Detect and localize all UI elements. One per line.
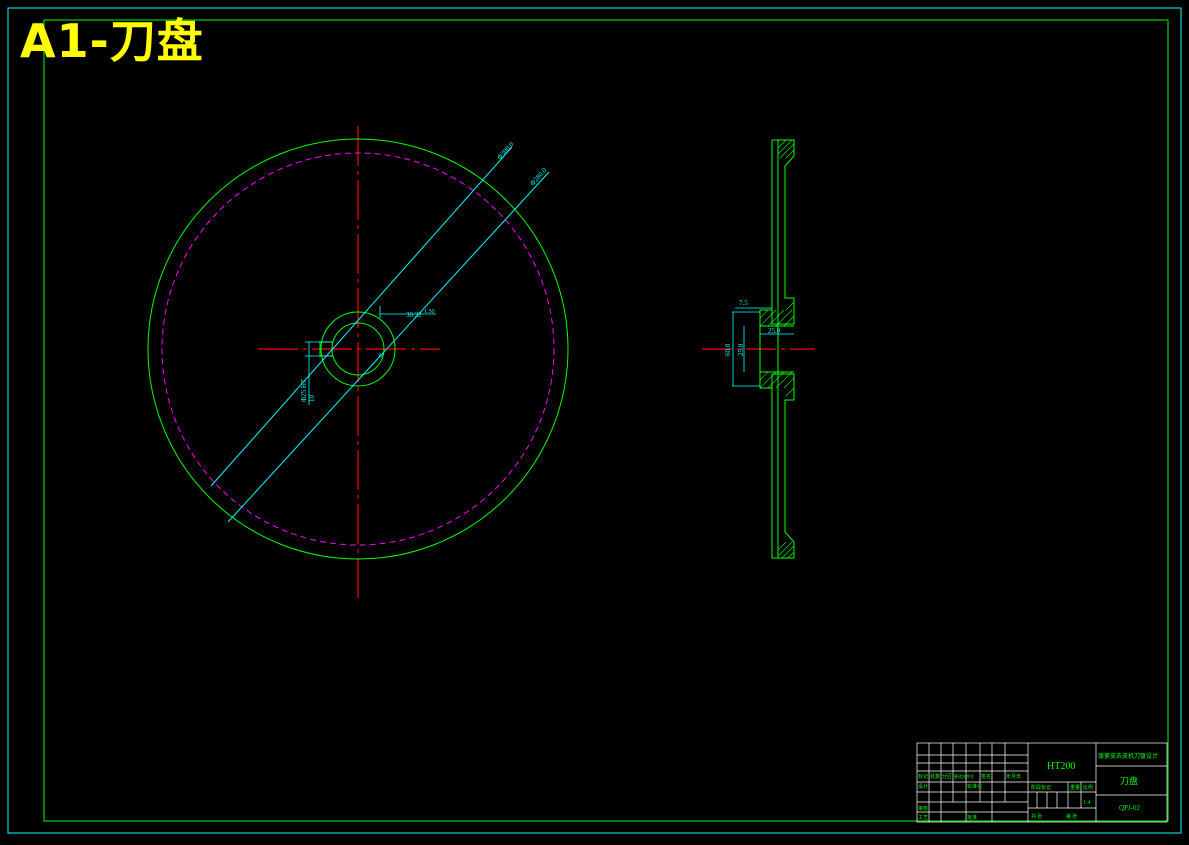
tb-label-mark: 标记 (918, 773, 928, 780)
outer-diameter-leader (210, 146, 513, 487)
section-view: 7.5 25.0 60.0 25.0 (702, 139, 815, 559)
bore-length-label: 25.0 (768, 327, 781, 335)
drawing-number-label: QPJ-02 (1119, 804, 1141, 812)
hatch-rim-bottom (777, 541, 795, 559)
small-dim-1-label: 1.50 (424, 309, 435, 315)
tb-label-date: 年月日 (1006, 773, 1021, 780)
project-name-label: 菠萝皮去皮机刀盘设计 (1098, 752, 1158, 760)
hatch-rim-top (777, 139, 795, 159)
tb-label-count: 处数 (930, 773, 940, 780)
drawing-svg: Φ300.0 Φ280.0 30.32 1.50 8 Φ25 H7 10 7.5… (7, 7, 1182, 834)
tb-label-weight: 重量 (1070, 784, 1080, 791)
tb-label-change-doc: 更改文件号 (954, 773, 974, 779)
tb-label-sheet-no: 第 张 (1066, 813, 1077, 820)
tb-label-signature: 签名 (981, 773, 991, 780)
title-block-text: HT200 菠萝皮去皮机刀盘设计 刀盘 QPJ-02 1:4 标记 处数 分区 … (918, 752, 1158, 821)
outer-frame (7, 7, 1182, 834)
tb-label-stage-mark: 阶段标记 (1031, 784, 1051, 791)
hub-width-label: 7.5 (739, 299, 748, 307)
scale-label: 1:4 (1083, 800, 1091, 806)
tb-label-standardization: 标准化 (967, 783, 982, 790)
bore-tolerance-label: Φ25 H7 (300, 379, 308, 402)
hub-diameter-label: 60.0 (724, 343, 732, 356)
tb-label-ratio: 比例 (1083, 784, 1093, 791)
pitch-diameter-leader (227, 171, 550, 523)
tb-label-approve: 批准 (967, 814, 977, 821)
outer-diameter-label: Φ300.0 (496, 140, 516, 161)
front-view: Φ300.0 Φ280.0 30.32 1.50 8 Φ25 H7 10 (147, 126, 569, 598)
tb-label-design: 设计 (918, 783, 928, 790)
tb-label-review: 审核 (918, 805, 928, 812)
hatch-hub-top (759, 301, 795, 327)
material-label: HT200 (1047, 761, 1075, 772)
part-name-label: 刀盘 (1120, 775, 1138, 786)
keyway-width-label: 30.32 (406, 311, 422, 319)
blade-outline-top (771, 139, 795, 325)
pitch-diameter-label: Φ280.0 (529, 166, 549, 187)
cad-canvas: Φ300.0 Φ280.0 30.32 1.50 8 Φ25 H7 10 7.5… (0, 0, 1189, 841)
tb-label-process: 工艺 (918, 815, 928, 821)
keyway-side-label: 10 (308, 395, 316, 403)
bore-diameter-label: 25.0 (737, 343, 745, 356)
tb-label-zone: 分区 (942, 773, 952, 780)
drawing-title: A1-刀盘 (20, 14, 204, 68)
tb-label-sheet-total: 共 张 (1031, 813, 1042, 820)
blade-outline-bottom (771, 373, 795, 559)
inner-border (43, 19, 1169, 822)
hatch-hub-bottom (759, 371, 795, 397)
